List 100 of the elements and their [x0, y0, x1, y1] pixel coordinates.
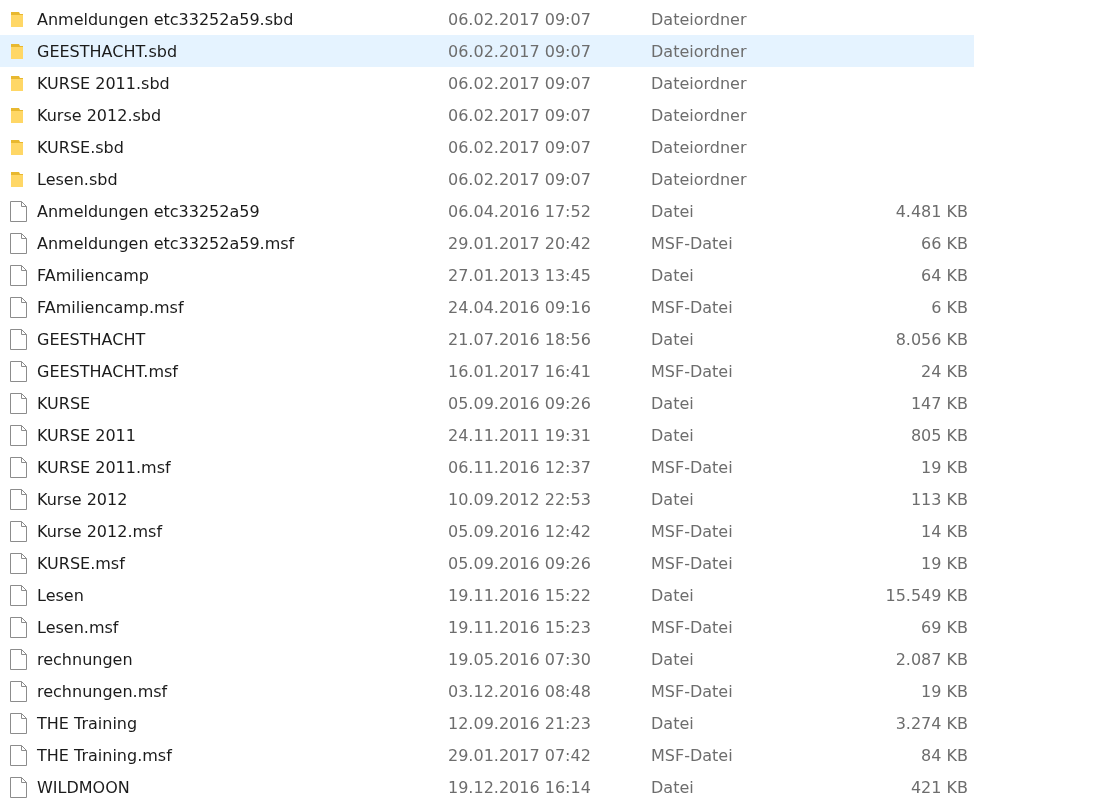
folder-icon	[10, 106, 24, 124]
file-name: rechnungen.msf	[37, 681, 169, 701]
file-row[interactable]: Anmeldungen etc33252a59.sbd 06.02.2017 09:07 Dateiordner	[0, 3, 974, 35]
file-row[interactable]: rechnungen.msf 03.12.2016 08:48 MSF-Datei 19 KB	[0, 675, 974, 707]
modified-date: 06.02.2017 09:07	[448, 105, 592, 125]
document-icon	[10, 264, 27, 286]
file-row[interactable]: THE Training 12.09.2016 21:23 Datei 3.274 KB	[0, 707, 974, 739]
file-row[interactable]: Kurse 2012 10.09.2012 22:53 Datei 113 KB	[0, 483, 974, 515]
modified-date: 24.11.2011 19:31	[448, 425, 592, 445]
modified-date: 06.11.2016 12:37	[448, 457, 592, 477]
file-row[interactable]: Lesen.sbd 06.02.2017 09:07 Dateiordner	[0, 163, 974, 195]
modified-date: 03.12.2016 08:48	[448, 681, 592, 701]
folder-icon	[10, 138, 24, 156]
file-row[interactable]: Anmeldungen etc33252a59.msf 29.01.2017 20:42 MSF-Datei 66 KB	[0, 227, 974, 259]
file-name: rechnungen	[37, 649, 134, 669]
file-name: KURSE 2011.msf	[37, 457, 172, 477]
file-size: 805 KB	[909, 425, 968, 445]
modified-date: 12.09.2016 21:23	[448, 713, 592, 733]
file-row[interactable]: GEESTHACHT.msf 16.01.2017 16:41 MSF-Datei 24 KB	[0, 355, 974, 387]
document-icon	[10, 616, 27, 638]
file-row[interactable]: Lesen.msf 19.11.2016 15:23 MSF-Datei 69 KB	[0, 611, 974, 643]
file-size: 19 KB	[920, 553, 968, 573]
file-row[interactable]: GEESTHACHT 21.07.2016 18:56 Datei 8.056 KB	[0, 323, 974, 355]
file-row[interactable]: THE Training.msf 29.01.2017 07:42 MSF-Datei 84 KB	[0, 739, 974, 771]
folder-icon	[10, 42, 24, 60]
file-name: GEESTHACHT	[37, 329, 147, 349]
file-name: Anmeldungen etc33252a59.msf	[37, 233, 296, 253]
document-icon	[10, 776, 27, 798]
file-size: 19 KB	[920, 681, 968, 701]
document-icon	[10, 744, 27, 766]
document-icon	[10, 488, 27, 510]
file-size: 147 KB	[909, 393, 968, 413]
file-row[interactable]: WILDMOON 19.12.2016 16:14 Datei 421 KB	[0, 771, 974, 803]
document-icon	[10, 328, 27, 350]
file-size: 421 KB	[909, 777, 968, 797]
file-name: GEESTHACHT.sbd	[37, 41, 179, 61]
modified-date: 21.07.2016 18:56	[448, 329, 592, 349]
file-type: Datei	[651, 329, 695, 349]
file-row[interactable]: FAmiliencamp 27.01.2013 13:45 Datei 64 KB	[0, 259, 974, 291]
document-icon	[10, 392, 27, 414]
file-row[interactable]: Kurse 2012.msf 05.09.2016 12:42 MSF-Datei 14 KB	[0, 515, 974, 547]
modified-date: 05.09.2016 09:26	[448, 393, 592, 413]
modified-date: 19.11.2016 15:22	[448, 585, 592, 605]
file-name: KURSE	[37, 393, 92, 413]
file-row[interactable]: rechnungen 19.05.2016 07:30 Datei 2.087 KB	[0, 643, 974, 675]
modified-date: 19.11.2016 15:23	[448, 617, 592, 637]
modified-date: 27.01.2013 13:45	[448, 265, 592, 285]
file-row[interactable]: FAmiliencamp.msf 24.04.2016 09:16 MSF-Datei 6 KB	[0, 291, 974, 323]
file-row[interactable]: KURSE 2011.msf 06.11.2016 12:37 MSF-Datei 19 KB	[0, 451, 974, 483]
file-name: Kurse 2012	[37, 489, 129, 509]
file-size: 14 KB	[920, 521, 968, 541]
file-row[interactable]: KURSE.sbd 06.02.2017 09:07 Dateiordner	[0, 131, 974, 163]
file-type: Datei	[651, 585, 695, 605]
file-name: WILDMOON	[37, 777, 131, 797]
modified-date: 06.02.2017 09:07	[448, 9, 592, 29]
file-size: 6 KB	[930, 297, 968, 317]
document-icon	[10, 424, 27, 446]
file-type: Dateiordner	[651, 137, 748, 157]
file-row[interactable]: KURSE 2011.sbd 06.02.2017 09:07 Dateiordner	[0, 67, 974, 99]
folder-icon	[10, 10, 24, 28]
file-name: Lesen.msf	[37, 617, 120, 637]
file-row[interactable]: KURSE 05.09.2016 09:26 Datei 147 KB	[0, 387, 974, 419]
file-name: KURSE.msf	[37, 553, 127, 573]
file-type: Datei	[651, 201, 695, 221]
file-size: 8.056 KB	[894, 329, 968, 349]
modified-date: 19.12.2016 16:14	[448, 777, 592, 797]
file-row[interactable]: KURSE.msf 05.09.2016 09:26 MSF-Datei 19 KB	[0, 547, 974, 579]
modified-date: 29.01.2017 20:42	[448, 233, 592, 253]
file-row[interactable]: Lesen 19.11.2016 15:22 Datei 15.549 KB	[0, 579, 974, 611]
file-row[interactable]: GEESTHACHT.sbd 06.02.2017 09:07 Dateiordner	[0, 35, 974, 67]
file-type: Dateiordner	[651, 105, 748, 125]
file-name: Anmeldungen etc33252a59	[37, 201, 261, 221]
document-icon	[10, 552, 27, 574]
modified-date: 10.09.2012 22:53	[448, 489, 592, 509]
file-name: KURSE 2011.sbd	[37, 73, 171, 93]
modified-date: 06.02.2017 09:07	[448, 73, 592, 93]
document-icon	[10, 520, 27, 542]
modified-date: 06.02.2017 09:07	[448, 169, 592, 189]
document-icon	[10, 296, 27, 318]
file-size: 2.087 KB	[894, 649, 968, 669]
document-icon	[10, 648, 27, 670]
document-icon	[10, 232, 27, 254]
file-name: KURSE 2011	[37, 425, 137, 445]
file-name: Kurse 2012.sbd	[37, 105, 163, 125]
document-icon	[10, 200, 27, 222]
file-row[interactable]: KURSE 2011 24.11.2011 19:31 Datei 805 KB	[0, 419, 974, 451]
file-type: Datei	[651, 777, 695, 797]
file-size: 66 KB	[920, 233, 968, 253]
file-type: Dateiordner	[651, 73, 748, 93]
folder-icon	[10, 170, 24, 188]
file-name: Kurse 2012.msf	[37, 521, 164, 541]
file-type: MSF-Datei	[651, 457, 734, 477]
file-name: FAmiliencamp	[37, 265, 150, 285]
file-type: MSF-Datei	[651, 553, 734, 573]
file-row[interactable]: Anmeldungen etc33252a59 06.04.2016 17:52 Datei 4.481 KB	[0, 195, 974, 227]
file-type: MSF-Datei	[651, 361, 734, 381]
file-size: 4.481 KB	[894, 201, 968, 221]
file-type: Datei	[651, 425, 695, 445]
file-size: 24 KB	[920, 361, 968, 381]
file-row[interactable]: Kurse 2012.sbd 06.02.2017 09:07 Dateiordner	[0, 99, 974, 131]
